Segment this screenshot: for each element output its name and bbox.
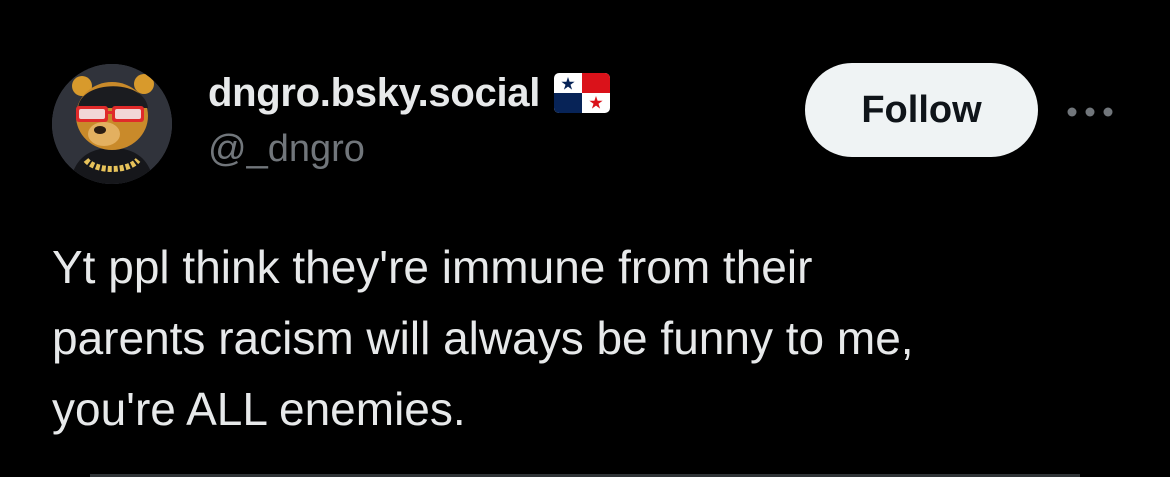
panama-flag-icon (554, 73, 611, 113)
bear-avatar-icon (52, 64, 172, 184)
display-name[interactable]: dngro.bsky.social (208, 71, 540, 116)
display-name-row: dngro.bsky.social (208, 68, 611, 118)
tweet-card: dngro.bsky.social @_dngro Follow Yt ppl … (0, 0, 1170, 477)
tweet-text: Yt ppl think they're immune from their p… (52, 241, 914, 435)
author-avatar[interactable] (52, 64, 172, 184)
follow-button[interactable]: Follow (805, 63, 1038, 157)
more-horizontal-icon (1067, 107, 1113, 117)
author-handle[interactable]: @_dngro (208, 128, 365, 171)
more-options-button[interactable] (1062, 92, 1118, 132)
